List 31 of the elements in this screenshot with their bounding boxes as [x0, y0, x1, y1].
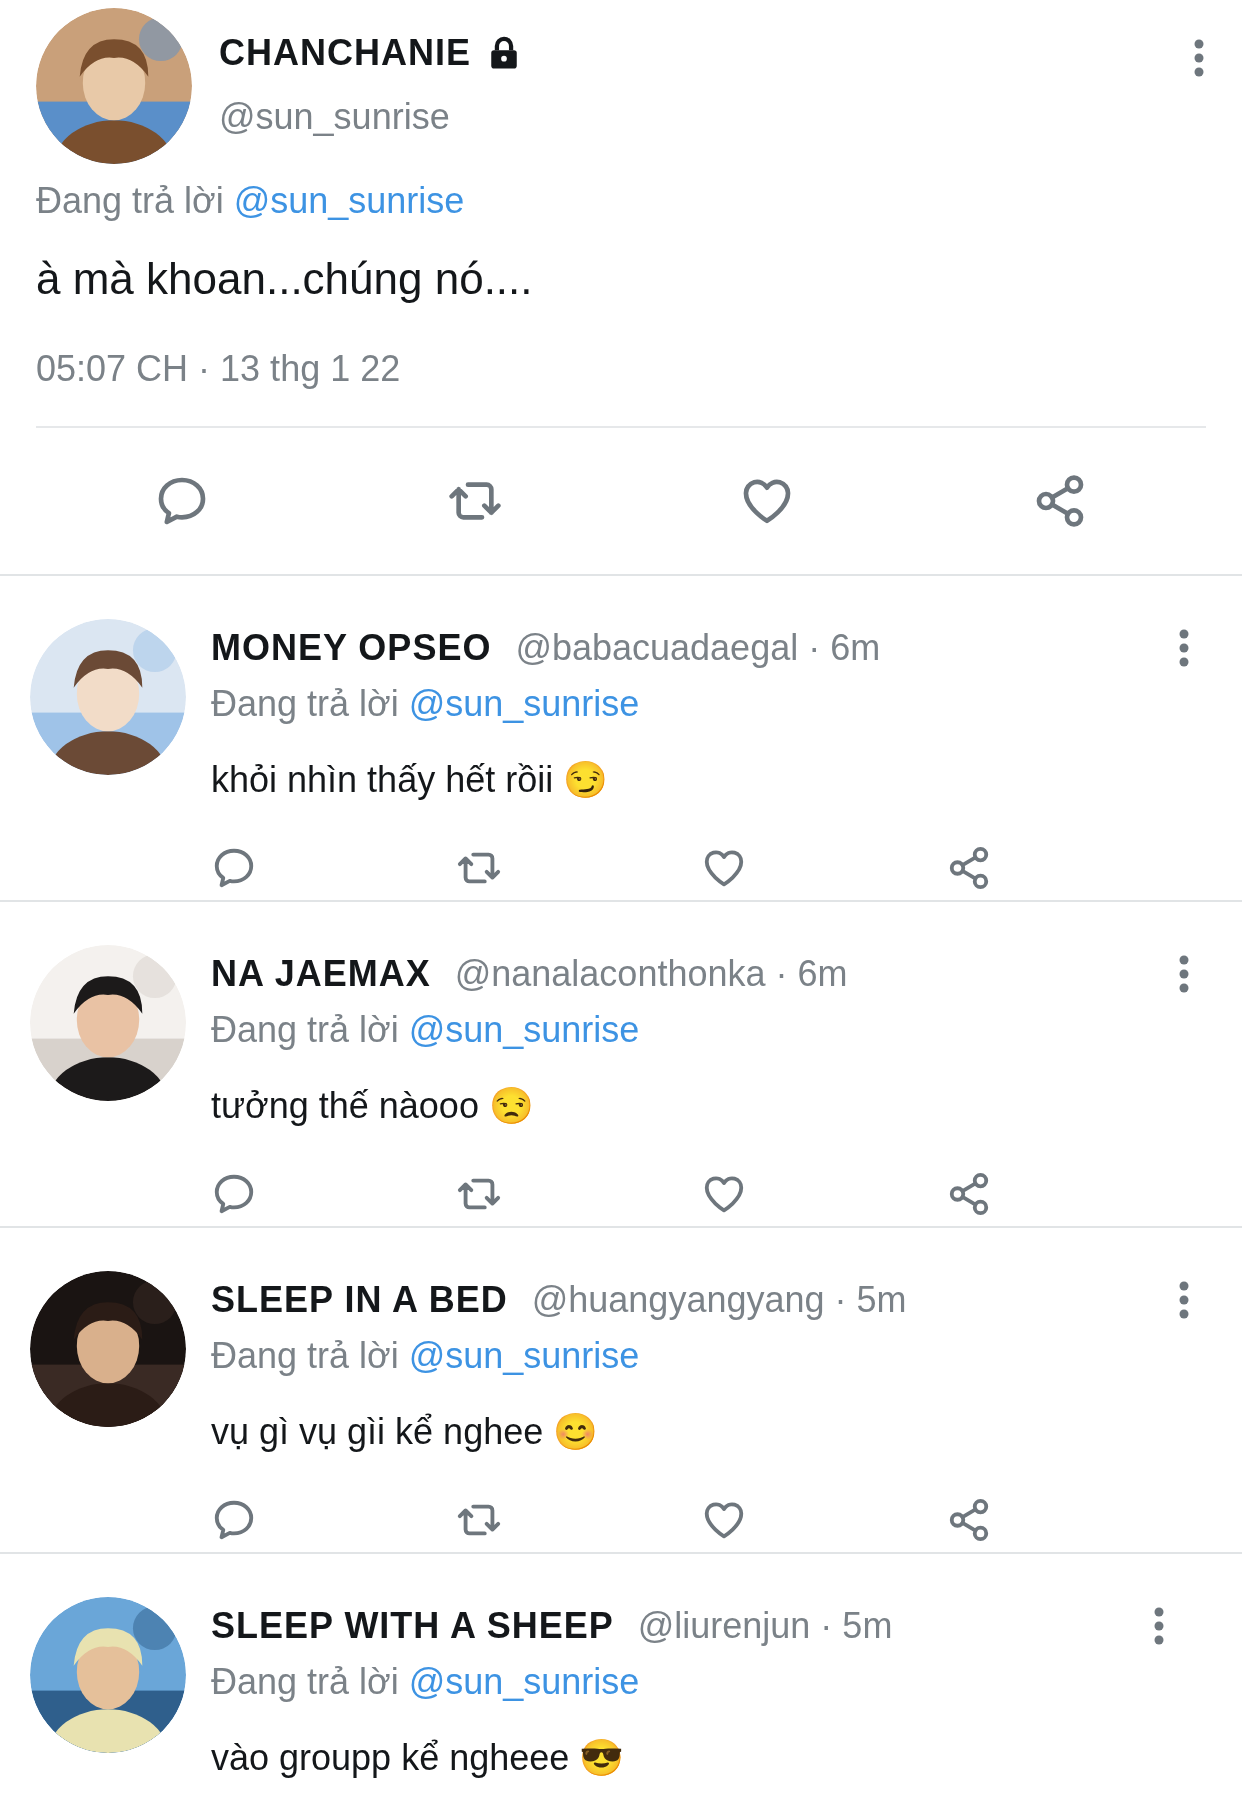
- reply-text: vào groupp kể ngheee 😎: [211, 1736, 626, 1780]
- reply-context: Đang trả lời @sun_sunrise: [211, 1008, 641, 1052]
- more-icon[interactable]: [1177, 954, 1191, 994]
- more-icon[interactable]: [1177, 1280, 1191, 1320]
- display-name: SLEEP IN A BED: [211, 1278, 508, 1322]
- mention-link[interactable]: @sun_sunrise: [233, 180, 465, 221]
- more-icon[interactable]: [1192, 38, 1206, 78]
- display-name: CHANCHANIE: [219, 31, 471, 75]
- timestamp: 05:07 CH · 13 thg 1 22: [36, 347, 402, 391]
- reply-text: tưởng thế nàooo 😒: [211, 1084, 535, 1128]
- mention-link[interactable]: @sun_sunrise: [408, 1009, 640, 1050]
- reply-context: Đang trả lời @sun_sunrise: [211, 1660, 641, 1704]
- tweet-text: à mà khoan...chúng nó....: [36, 253, 534, 305]
- display-name: NA JAEMAX: [211, 952, 431, 996]
- mention-link[interactable]: @sun_sunrise: [408, 1335, 640, 1376]
- handle-and-time: @nanalaconthonka · 6m: [454, 952, 848, 996]
- mention-link[interactable]: @sun_sunrise: [408, 1661, 640, 1702]
- more-icon[interactable]: [1177, 628, 1191, 668]
- display-name: MONEY OPSEO: [211, 626, 492, 670]
- display-name: SLEEP WITH A SHEEP: [211, 1604, 614, 1648]
- more-icon[interactable]: [1152, 1606, 1166, 1646]
- mention-link[interactable]: @sun_sunrise: [408, 683, 640, 724]
- reply-context: Đang trả lời @sun_sunrise: [36, 179, 466, 223]
- reply-text: khỏi nhìn thấy hết rồii 😏: [211, 758, 610, 802]
- reply-context: Đang trả lời @sun_sunrise: [211, 1334, 641, 1378]
- user-handle: @sun_sunrise: [219, 95, 451, 139]
- handle-and-time: @babacuadaegal · 6m: [515, 626, 881, 670]
- reply-text: vụ gì vụ gìi kể nghee 😊: [211, 1410, 600, 1454]
- handle-and-time: @huangyangyang · 5m: [531, 1278, 907, 1322]
- handle-and-time: @liurenjun · 5m: [637, 1604, 893, 1648]
- reply-context: Đang trả lời @sun_sunrise: [211, 682, 641, 726]
